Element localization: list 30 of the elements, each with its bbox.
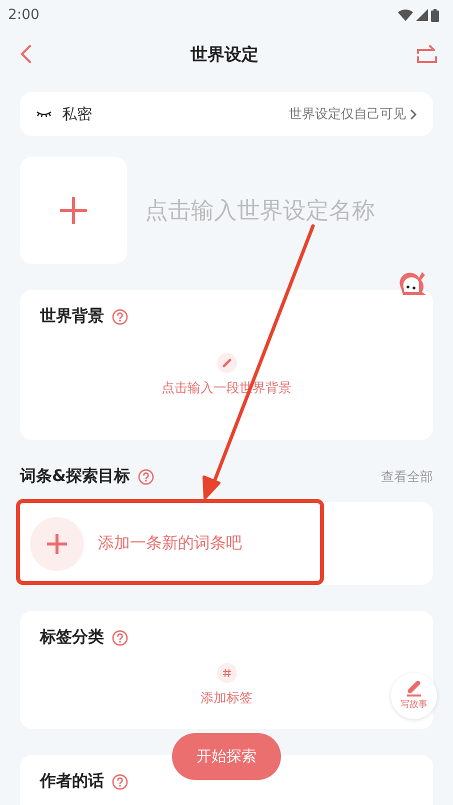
chevron-right-icon: [410, 108, 417, 120]
status-time: 2:00: [8, 7, 40, 23]
privacy-hint: 世界设定仅自己可见: [289, 106, 406, 123]
page-title: 世界设定: [190, 44, 258, 66]
help-icon[interactable]: [112, 630, 128, 646]
section-title: 词条&探索目标: [20, 466, 130, 487]
hash-icon: [222, 668, 232, 678]
view-all-link[interactable]: 查看全部: [381, 468, 433, 486]
pencil-icon: [222, 358, 232, 368]
section-title: 世界背景: [40, 306, 104, 327]
name-input-field[interactable]: 点击输入世界设定名称: [145, 198, 433, 224]
add-tag-button[interactable]: 添加标签: [200, 663, 252, 707]
section-title: 标签分类: [40, 627, 104, 648]
plus-icon: [47, 534, 67, 554]
back-icon[interactable]: [20, 44, 32, 64]
help-icon[interactable]: [112, 308, 128, 324]
pencil-icon: [404, 681, 424, 697]
privacy-row[interactable]: 私密 世界设定仅自己可见: [20, 92, 433, 136]
help-icon[interactable]: [112, 774, 128, 790]
help-icon[interactable]: [138, 468, 154, 484]
signal-icon: [416, 9, 428, 21]
share-icon[interactable]: [417, 45, 437, 63]
closed-eye-icon: [36, 110, 52, 118]
battery-icon: [431, 8, 439, 22]
privacy-label: 私密: [62, 104, 92, 124]
section-title: 作者的话: [40, 771, 104, 792]
plus-icon: [60, 197, 87, 224]
start-explore-button[interactable]: 开始探索: [172, 733, 281, 780]
wifi-icon: [398, 9, 413, 21]
add-entry-button[interactable]: 添加一条新的词条吧: [20, 516, 242, 570]
